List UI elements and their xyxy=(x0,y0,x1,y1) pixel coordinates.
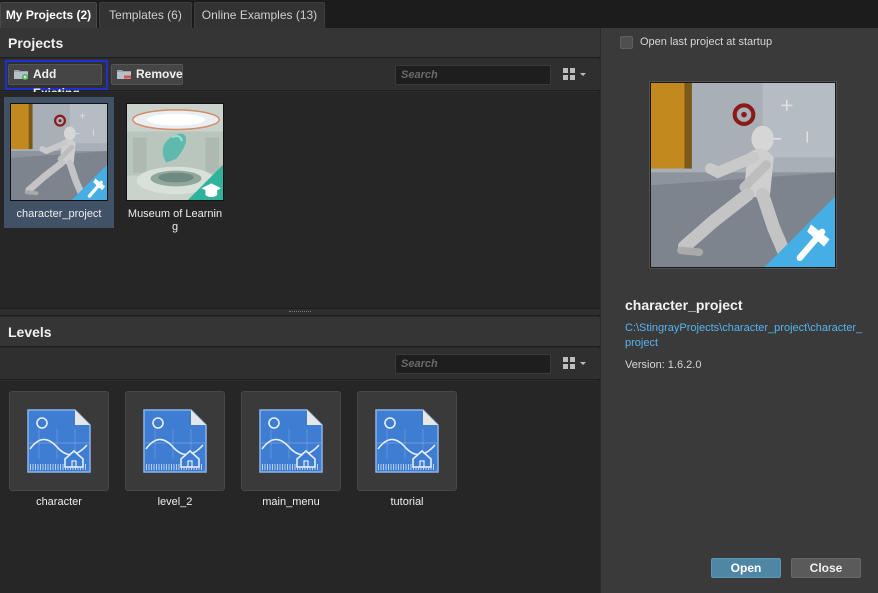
level-map-icon xyxy=(375,409,439,473)
level-map-icon xyxy=(259,409,323,473)
level-tile xyxy=(357,391,457,491)
add-existing-button[interactable]: Add Existing xyxy=(8,64,102,100)
details-panel: Open last project at startup character_p… xyxy=(601,28,878,593)
project-path-link[interactable]: C:\StingrayProjects\character_project\ch… xyxy=(625,321,865,351)
level-card-tutorial[interactable]: tutorial xyxy=(357,391,457,511)
open-last-project-label: Open last project at startup xyxy=(640,36,773,48)
tab-bar: My Projects (2) Templates (6) Online Exa… xyxy=(0,0,878,28)
panel-splitter[interactable] xyxy=(0,308,600,316)
levels-view-toggle[interactable] xyxy=(563,357,587,371)
level-tile xyxy=(241,391,341,491)
add-folder-icon xyxy=(14,70,28,80)
level-tile xyxy=(125,391,225,491)
levels-header: Levels xyxy=(0,317,600,347)
chevron-down-icon xyxy=(580,362,586,365)
character-thumbnail-icon xyxy=(11,104,108,201)
projects-toolbar: Add Existing Remove xyxy=(0,59,600,100)
project-name: character_project xyxy=(16,208,102,220)
tab-online-examples[interactable]: Online Examples (13) xyxy=(194,2,325,28)
level-name: level_2 xyxy=(157,496,193,508)
tab-my-projects[interactable]: My Projects (2) xyxy=(0,2,97,28)
projects-view-toggle[interactable] xyxy=(563,68,587,82)
remove-button[interactable]: Remove xyxy=(111,64,183,85)
chevron-down-icon xyxy=(580,73,586,76)
level-card-main-menu[interactable]: main_menu xyxy=(241,391,341,511)
museum-thumbnail-icon xyxy=(127,104,223,200)
open-last-project-checkbox[interactable] xyxy=(620,36,633,49)
level-map-icon xyxy=(27,409,91,473)
selected-project-name: character_project xyxy=(625,297,743,313)
projects-search-input[interactable] xyxy=(395,65,551,85)
open-button[interactable]: Open xyxy=(711,558,781,578)
level-map-icon xyxy=(143,409,207,473)
level-name: character xyxy=(36,496,82,508)
project-thumbnail xyxy=(126,103,224,201)
project-version: Version: 1.6.2.0 xyxy=(625,359,702,371)
close-button[interactable]: Close xyxy=(791,558,861,578)
level-card-character[interactable]: character xyxy=(9,391,109,511)
levels-grid: character level_2 main_menu tutorial xyxy=(0,381,600,593)
project-preview-image xyxy=(650,82,836,268)
project-name: Museum of Learning xyxy=(127,208,223,233)
levels-title: Levels xyxy=(8,324,52,340)
levels-toolbar xyxy=(0,348,600,380)
level-name: tutorial xyxy=(390,496,424,508)
remove-folder-icon xyxy=(117,70,131,79)
remove-label: Remove xyxy=(136,67,183,81)
projects-header: Projects xyxy=(0,28,600,58)
projects-title: Projects xyxy=(8,35,64,51)
level-card-level-2[interactable]: level_2 xyxy=(125,391,225,511)
level-name: main_menu xyxy=(262,496,320,508)
splitter-grip-icon xyxy=(289,311,311,313)
project-card-museum-of-learning[interactable]: Museum of Learning xyxy=(120,97,230,233)
levels-search-input[interactable] xyxy=(395,354,551,374)
character-preview-icon xyxy=(651,83,836,268)
left-panel: Projects Add Existing Remove xyxy=(0,28,600,593)
projects-grid: character_project Museum of Learning xyxy=(0,92,600,308)
project-thumbnail xyxy=(10,103,108,201)
project-card-character-project[interactable]: character_project xyxy=(4,97,114,228)
level-tile xyxy=(9,391,109,491)
tab-templates[interactable]: Templates (6) xyxy=(99,2,192,28)
